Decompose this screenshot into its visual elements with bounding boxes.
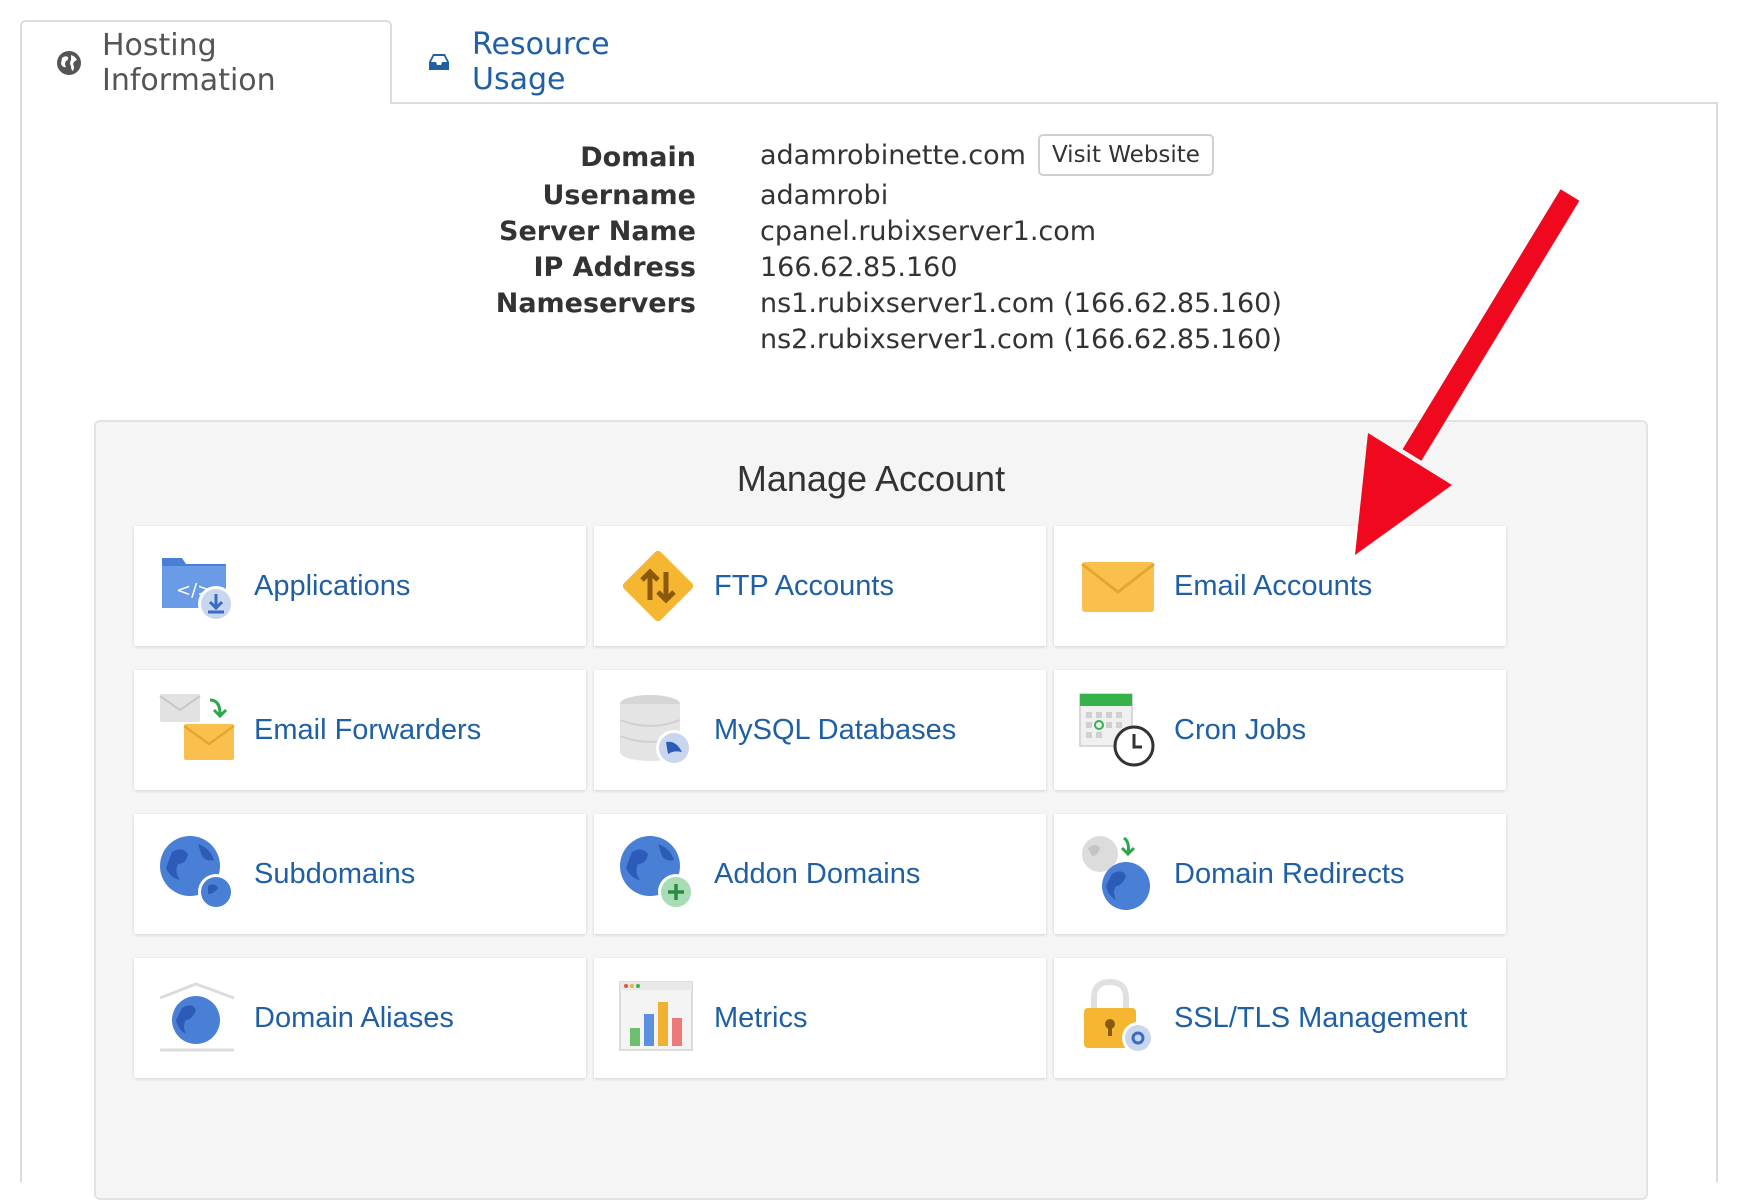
info-row-username: Username adamrobi [22,180,1716,220]
card-domain-redirects[interactable]: Domain Redirects [1054,814,1506,934]
card-label: Addon Domains [714,857,921,890]
padlock-icon [1084,978,1154,1054]
tab-resource-usage[interactable]: Resource Usage [392,20,732,104]
globe-pair-icon [160,836,234,910]
tab-bar: Hosting Information Resource Usage [20,20,1718,104]
card-cron-jobs[interactable]: Cron Jobs [1054,670,1506,790]
card-label: Metrics [714,1001,808,1034]
domain-value-group: adamrobinette.com Visit Website [760,134,1214,176]
hosting-panel: Domain adamrobinette.com Visit Website U… [20,102,1718,1200]
globe-plus-icon [620,836,694,910]
card-label: Applications [254,569,411,602]
card-label: Cron Jobs [1174,713,1307,746]
card-label: SSL/TLS Management [1174,1001,1468,1034]
manage-account-section: Manage Account </> Applications FTP Acco… [94,420,1648,1200]
nameserver-1: ns1.rubixserver1.com (166.62.85.160) [760,288,1282,319]
card-subdomains[interactable]: Subdomains [134,814,586,934]
info-row-nameservers: Nameservers ns1.rubixserver1.com (166.62… [22,288,1716,328]
ip-address-value: 166.62.85.160 [760,252,958,283]
bar-chart-icon [619,981,693,1051]
info-row-nameservers-2: ns2.rubixserver1.com (166.62.85.160) [22,324,1716,364]
globe-icon [57,51,81,75]
tab-label: Hosting Information [102,28,276,98]
username-label: Username [542,180,696,211]
card-domain-aliases[interactable]: Domain Aliases [134,958,586,1078]
info-row-server: Server Name cpanel.rubixserver1.com [22,216,1716,256]
card-addon-domains[interactable]: Addon Domains [594,814,1046,934]
database-icon [619,695,692,766]
calendar-clock-icon [1079,693,1155,767]
nameserver-2: ns2.rubixserver1.com (166.62.85.160) [760,324,1282,355]
globe-alias-icon [159,982,235,1052]
email-forward-icon [159,694,235,760]
card-label: Email Forwarders [254,713,482,746]
server-name-label: Server Name [499,216,696,247]
nameservers-label: Nameservers [495,288,696,319]
tab-label: Resource Usage [472,27,610,97]
card-mysql-databases[interactable]: MySQL Databases [594,670,1046,790]
manage-account-title: Manage Account [736,458,1006,499]
ip-address-label: IP Address [533,252,696,283]
card-label: FTP Accounts [714,569,894,602]
domain-value: adamrobinette.com [760,139,1026,171]
card-label: Domain Aliases [254,1001,454,1034]
card-label: Domain Redirects [1174,857,1405,890]
info-row-domain: Domain adamrobinette.com Visit Website [22,134,1716,182]
info-row-ip: IP Address 166.62.85.160 [22,252,1716,292]
card-ftp-accounts[interactable]: FTP Accounts [594,526,1046,646]
domain-label: Domain [580,142,696,173]
globe-redirect-icon [1082,836,1150,910]
card-label: Email Accounts [1174,569,1373,602]
card-applications[interactable]: </> Applications [134,526,586,646]
card-label: Subdomains [254,857,416,890]
card-email-accounts[interactable]: Email Accounts [1054,526,1506,646]
card-metrics[interactable]: Metrics [594,958,1046,1078]
envelope-icon [1081,562,1155,612]
server-name-value: cpanel.rubixserver1.com [760,216,1097,247]
username-value: adamrobi [760,180,889,211]
ftp-icon [622,550,694,622]
tab-hosting-information[interactable]: Hosting Information [20,20,392,104]
card-email-forwarders[interactable]: Email Forwarders [134,670,586,790]
inbox-icon [429,54,449,70]
visit-website-button[interactable]: Visit Website [1037,134,1214,176]
card-label: MySQL Databases [714,713,957,746]
card-ssl-tls-management[interactable]: SSL/TLS Management [1054,958,1506,1078]
applications-icon: </> [162,558,234,622]
